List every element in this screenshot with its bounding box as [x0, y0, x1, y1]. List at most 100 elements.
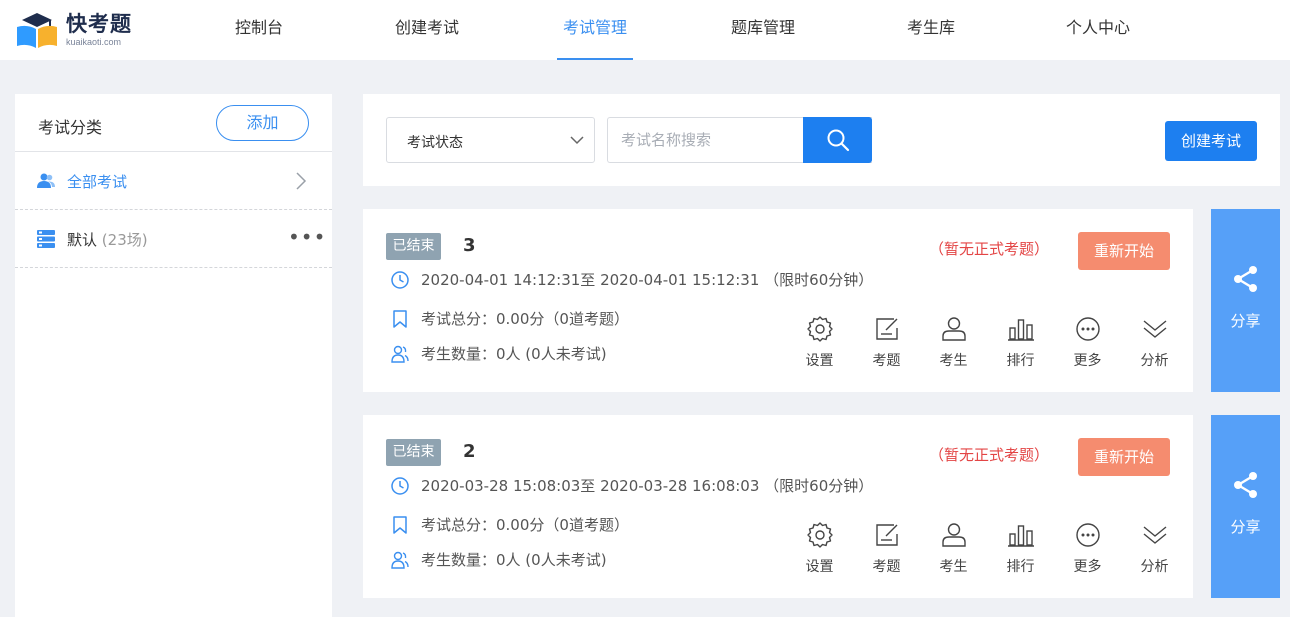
no-questions-warning: （暂无正式考题） [929, 240, 1050, 258]
exam-card: 已结束 3 （暂无正式考题） 重新开始 2020-04-01 14:12:31至… [363, 209, 1193, 392]
action-label: 排行 [1006, 559, 1035, 575]
exam-time-row: 2020-03-28 15:08:03至 2020-03-28 16:08:03… [391, 475, 873, 496]
questions-action[interactable]: 考题 [853, 522, 920, 576]
more-action[interactable]: 更多 [1054, 522, 1121, 576]
user-icon [941, 523, 966, 547]
share-button[interactable]: 分享 [1211, 415, 1280, 598]
add-category-button[interactable]: 添加 [216, 105, 309, 141]
clock-icon [391, 476, 409, 495]
action-label: 分析 [1140, 353, 1169, 369]
exam-examinees-row: 考生数量：0人 (0人未考试) [391, 549, 607, 570]
status-badge: 已结束 [386, 233, 441, 260]
exam-examinees-row: 考生数量：0人 (0人未考试) [391, 343, 607, 364]
exam-score-row: 考试总分：0.00分（0道考题） [391, 514, 629, 535]
action-label: 更多 [1073, 559, 1102, 575]
edit-icon [875, 524, 898, 546]
double-chevron-down-icon [1143, 526, 1166, 544]
chevron-down-icon [570, 136, 584, 145]
action-label: 分析 [1140, 559, 1169, 575]
nav-create-exam[interactable]: 创建考试 [387, 0, 467, 60]
logo-subtitle: kuaikaoti.com [66, 36, 122, 47]
examinees-action[interactable]: 考生 [920, 522, 987, 576]
action-label: 考题 [872, 559, 901, 575]
no-questions-warning: （暂无正式考题） [929, 446, 1050, 464]
sidebar-item-all-exams[interactable]: 全部考试 [15, 152, 332, 210]
restart-button[interactable]: 重新开始 [1078, 232, 1170, 270]
exam-status-select[interactable]: 考试状态 [386, 117, 595, 163]
search-button[interactable] [803, 117, 872, 163]
share-icon [1234, 266, 1257, 292]
logo-book-icon [17, 13, 57, 48]
exam-time: 2020-04-01 14:12:31至 2020-04-01 15:12:31… [421, 271, 874, 289]
action-label: 排行 [1006, 353, 1035, 369]
bar-chart-icon [1007, 319, 1034, 341]
bar-chart-icon [1007, 525, 1034, 547]
more-icon [1075, 317, 1100, 341]
logo-title: 快考题 [66, 11, 132, 36]
nav-examinee-library[interactable]: 考生库 [893, 0, 969, 60]
create-exam-button[interactable]: 创建考试 [1165, 121, 1257, 161]
exam-total-score: 考试总分：0.00分（0道考题） [421, 516, 629, 534]
analysis-action[interactable]: 分析 [1121, 316, 1188, 370]
exam-time-row: 2020-04-01 14:12:31至 2020-04-01 15:12:31… [391, 269, 873, 290]
category-count: (23场) [101, 231, 148, 249]
action-label: 考生 [939, 559, 968, 575]
chevron-right-icon [296, 172, 307, 190]
more-icon [1075, 523, 1100, 547]
users-outline-icon [391, 551, 409, 569]
category-name: 默认 [67, 231, 98, 249]
nav-personal-center[interactable]: 个人中心 [1057, 0, 1139, 60]
nav-question-bank[interactable]: 题库管理 [722, 0, 804, 60]
examinees-action[interactable]: 考生 [920, 316, 987, 370]
sidebar-header: 考试分类 添加 [15, 94, 332, 152]
exam-total-score: 考试总分：0.00分（0道考题） [421, 310, 629, 328]
ranking-action[interactable]: 排行 [987, 522, 1054, 576]
clock-icon [391, 270, 409, 289]
exam-score-row: 考试总分：0.00分（0道考题） [391, 308, 629, 329]
ranking-action[interactable]: 排行 [987, 316, 1054, 370]
sidebar-item-default[interactable]: 默认 (23场) ••• [15, 210, 332, 268]
bookmark-icon [393, 309, 407, 328]
settings-action[interactable]: 设置 [786, 316, 853, 370]
exam-search-input[interactable] [608, 118, 788, 162]
database-icon [37, 230, 55, 248]
logo[interactable]: 快考题 kuaikaoti.com [14, 10, 132, 50]
status-badge: 已结束 [386, 439, 441, 466]
action-label: 考题 [872, 353, 901, 369]
share-button[interactable]: 分享 [1211, 209, 1280, 392]
top-header: 快考题 kuaikaoti.com 控制台 创建考试 考试管理 题库管理 考生库… [0, 0, 1290, 60]
exam-title[interactable]: 3 [463, 235, 476, 256]
gear-icon [806, 316, 833, 342]
exam-time: 2020-03-28 15:08:03至 2020-03-28 16:08:03… [421, 477, 874, 495]
sidebar-item-label: 全部考试 [67, 173, 128, 191]
exam-actions: 设置 考题 考生 排行 更多 分析 [786, 522, 1188, 576]
exam-examinee-count: 考生数量：0人 (0人未考试) [421, 345, 607, 363]
sidebar-title: 考试分类 [38, 118, 103, 137]
exam-title[interactable]: 2 [463, 441, 476, 462]
share-label: 分享 [1230, 312, 1261, 330]
action-label: 考生 [939, 353, 968, 369]
sidebar-item-label: 默认 (23场) [67, 229, 148, 250]
action-label: 设置 [805, 353, 834, 369]
more-dots-icon[interactable]: ••• [288, 227, 326, 247]
search-icon [827, 129, 849, 152]
exam-card: 已结束 2 （暂无正式考题） 重新开始 2020-03-28 15:08:03至… [363, 415, 1193, 598]
user-icon [941, 317, 966, 341]
exam-toolbar: 考试状态 创建考试 [363, 94, 1280, 186]
questions-action[interactable]: 考题 [853, 316, 920, 370]
action-label: 更多 [1073, 353, 1102, 369]
exam-examinee-count: 考生数量：0人 (0人未考试) [421, 551, 607, 569]
category-sidebar: 考试分类 添加 全部考试 默认 (23场) ••• [15, 94, 332, 617]
users-outline-icon [391, 345, 409, 363]
nav-dashboard[interactable]: 控制台 [222, 0, 296, 60]
exam-status-value: 考试状态 [407, 135, 463, 151]
more-action[interactable]: 更多 [1054, 316, 1121, 370]
double-chevron-down-icon [1143, 320, 1166, 338]
settings-action[interactable]: 设置 [786, 522, 853, 576]
action-label: 设置 [805, 559, 834, 575]
restart-button[interactable]: 重新开始 [1078, 438, 1170, 476]
users-icon [37, 173, 55, 188]
nav-exam-management[interactable]: 考试管理 [557, 0, 633, 60]
edit-icon [875, 318, 898, 340]
analysis-action[interactable]: 分析 [1121, 522, 1188, 576]
